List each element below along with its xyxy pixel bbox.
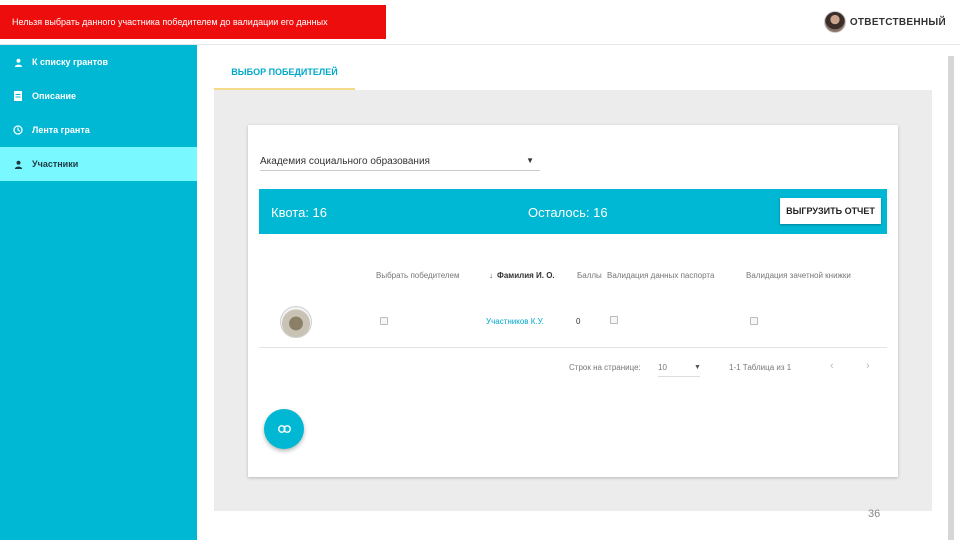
organization-select[interactable]: Академия социального образования ▼ (260, 153, 540, 171)
column-header-select-winner: Выбрать победителем (376, 271, 460, 280)
top-bar: Нельзя выбрать данного участника победит… (0, 0, 960, 45)
person-icon (12, 56, 24, 68)
avatar (280, 306, 312, 338)
document-icon (12, 90, 24, 102)
pagination-range: 1-1 Таблица из 1 (729, 363, 792, 372)
passport-validation-checkbox[interactable] (610, 316, 618, 324)
sidebar-item-label: К списку грантов (32, 57, 108, 67)
sidebar-item-participants[interactable]: Участники (0, 147, 197, 181)
clock-icon (12, 124, 24, 136)
sort-arrow-icon: ↓ (489, 271, 493, 280)
export-report-button[interactable]: ВЫГРУЗИТЬ ОТЧЕТ (780, 198, 881, 224)
sidebar-item-description[interactable]: Описание (0, 79, 197, 113)
winners-card: Академия социального образования ▼ Квота… (248, 125, 898, 477)
slide-number: 36 (868, 508, 881, 520)
column-header-name-label: Фамилия И. О. (497, 271, 555, 280)
quota-label: Квота: 16 (271, 205, 327, 220)
user-avatar (823, 11, 846, 33)
rows-per-page-label: Строк на странице: (569, 363, 641, 372)
sidebar-item-label: Участники (32, 159, 79, 169)
error-alert: Нельзя выбрать данного участника победит… (0, 5, 386, 39)
organization-select-value: Академия социального образования (260, 156, 430, 167)
sidebar: К списку грантов Описание Лента гранта У… (0, 45, 197, 540)
next-page-button[interactable]: › (866, 360, 870, 372)
sidebar-item-grants-list[interactable]: К списку грантов (0, 45, 197, 79)
select-winner-checkbox[interactable] (380, 317, 388, 325)
tab-winner-selection[interactable]: ВЫБОР ПОБЕДИТЕЛЕЙ (214, 56, 355, 90)
sidebar-item-grant-feed[interactable]: Лента гранта (0, 113, 197, 147)
user-role-label: ОТВЕТСТВЕННЫЙ (849, 16, 946, 28)
column-header-gradebook-validation: Валидация зачетной книжки (746, 271, 851, 280)
chevron-down-icon: ▼ (526, 156, 534, 165)
link-icon (277, 422, 291, 436)
sidebar-item-label: Лента гранта (32, 125, 90, 135)
column-header-points: Баллы (577, 271, 602, 280)
quota-bar: Квота: 16 Осталось: 16 ВЫГРУЗИТЬ ОТЧЕТ (259, 189, 887, 234)
column-header-passport-validation: Валидация данных паспорта (607, 271, 715, 280)
row-divider (259, 347, 887, 348)
sidebar-item-label: Описание (32, 91, 77, 101)
person-icon (12, 158, 24, 170)
column-header-name[interactable]: ↓ Фамилия И. О. (489, 271, 555, 280)
prev-page-button[interactable]: ‹ (830, 360, 834, 372)
gradebook-validation-checkbox[interactable] (750, 317, 758, 325)
participant-points: 0 (576, 317, 581, 326)
tab-bar: ВЫБОР ПОБЕДИТЕЛЕЙ (214, 56, 932, 90)
participant-name-link[interactable]: Участников К.У. (486, 317, 544, 326)
page-scrollbar[interactable] (948, 56, 954, 540)
chevron-down-icon[interactable]: ▼ (694, 364, 701, 371)
user-menu[interactable]: ОТВЕТСТВЕННЫЙ (823, 10, 946, 34)
remaining-label: Осталось: 16 (528, 205, 608, 220)
link-fab-button[interactable] (264, 409, 304, 449)
